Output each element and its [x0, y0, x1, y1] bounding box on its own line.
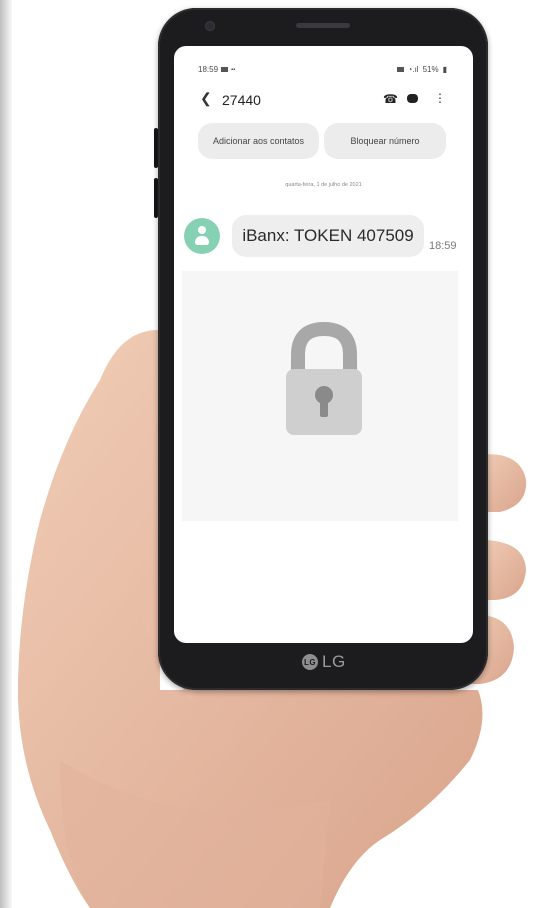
battery-level: 51% — [422, 65, 439, 74]
signal-icon: ◔.ıl — [407, 65, 419, 74]
phone-call-icon[interactable]: ☎ — [383, 92, 398, 106]
gallery-notification-icon — [221, 67, 229, 72]
volume-button — [154, 128, 158, 168]
lock-icon — [286, 321, 362, 435]
block-number-button[interactable]: Bloquear número — [324, 123, 446, 159]
sender-avatar[interactable] — [184, 218, 220, 254]
contact-number: 27440 — [222, 92, 261, 108]
date-separator: quarta-feira, 1 de julho de 2021 — [285, 182, 362, 188]
video-call-icon[interactable] — [407, 94, 418, 103]
back-arrow-icon[interactable]: ❮ — [200, 90, 212, 107]
status-bar: 18:59 ▪▪ ◔.ıl 51% ▮ — [174, 46, 473, 74]
phone-screen: 18:59 ▪▪ ◔.ıl 51% ▮ ❮ 27440 ☎ ⋮ Adiciona… — [174, 46, 473, 643]
add-to-contacts-button[interactable]: Adicionar aos contatos — [198, 123, 319, 159]
extra-notification-icon: ▪▪ — [231, 66, 236, 73]
lg-logo-icon: LG — [302, 654, 318, 670]
brand-label: LG — [322, 652, 346, 671]
battery-icon: ▮ — [442, 65, 447, 74]
status-time: 18:59 — [198, 65, 219, 74]
message-bubble[interactable]: iBanx: TOKEN 407509 — [232, 215, 424, 257]
alarm-icon — [396, 67, 404, 72]
person-icon — [198, 226, 206, 234]
more-options-icon[interactable]: ⋮ — [434, 91, 446, 105]
message-time: 18:59 — [429, 240, 457, 252]
volume-button-lower — [154, 178, 158, 218]
earpiece-speaker — [296, 23, 350, 28]
conversation-header: ❮ 27440 ☎ ⋮ — [174, 88, 473, 112]
front-camera — [206, 22, 214, 30]
lock-overlay — [182, 271, 458, 521]
brand-logo: LG LG — [302, 652, 346, 672]
person-icon-body — [195, 236, 209, 245]
